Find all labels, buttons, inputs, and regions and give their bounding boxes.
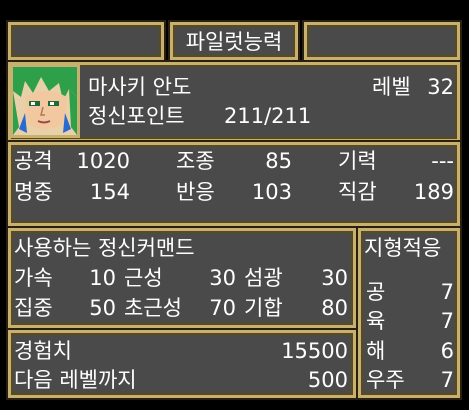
stat-value-control: 85 [265,149,292,173]
terrain-value-sea: 6 [440,339,454,363]
spirit-cost: 30 [321,266,348,290]
terrain-label-space: 우주 [366,368,405,392]
header-left-panel [8,22,164,60]
terrain-value-air: 7 [440,280,454,304]
stat-label-control: 조종 [176,149,215,173]
spirit-header: 사용하는 정신커맨드 [14,236,195,260]
terrain-header: 지형적응 [364,236,442,260]
spirit-name: 집중 [14,296,53,320]
pilot-portrait [10,64,80,138]
stat-label-accuracy: 명중 [14,180,53,204]
header-right-panel [304,22,460,60]
stat-value-accuracy: 154 [89,180,130,204]
sp-value: 211/211 [224,104,312,128]
stat-value-intuition: 189 [413,180,454,204]
screen-title: 파일럿능력 [185,30,283,54]
exp-label: 경험치 [14,339,72,363]
stat-value-attack: 1020 [76,149,130,173]
spirit-name: 가속 [14,266,53,290]
spirit-name: 기합 [244,296,283,320]
pilot-name: 마사키 안도 [88,75,192,99]
level-value: 32 [427,75,454,99]
stat-label-intuition: 직감 [338,180,377,204]
spirit-cost: 80 [321,296,348,320]
exp-value: 15500 [281,339,348,363]
stat-value-reaction: 103 [251,180,292,204]
terrain-label-sea: 해 [366,339,386,363]
spirit-cost: 70 [209,296,236,320]
terrain-value-space: 7 [440,368,454,392]
spirit-cost: 30 [209,266,236,290]
spirit-cost: 50 [89,296,116,320]
spirit-name: 근성 [124,266,163,290]
spirit-cost: 10 [89,266,116,290]
terrain-label-air: 공 [366,280,386,304]
stat-value-will: --- [431,149,454,173]
stat-label-reaction: 반응 [176,180,215,204]
terrain-value-land: 7 [440,309,454,333]
pilot-portrait-image [13,67,77,135]
stat-label-will: 기력 [338,149,377,173]
spirit-name: 섬광 [244,266,283,290]
next-level-label: 다음 레벨까지 [14,368,137,392]
spirit-name: 초근성 [124,296,182,320]
stat-label-attack: 공격 [14,149,53,173]
sp-label: 정신포인트 [88,104,185,128]
header-title-panel: 파일럿능력 [170,22,298,60]
next-level-value: 500 [307,368,348,392]
terrain-label-land: 육 [366,309,386,333]
level-label: 레벨 [372,75,411,99]
